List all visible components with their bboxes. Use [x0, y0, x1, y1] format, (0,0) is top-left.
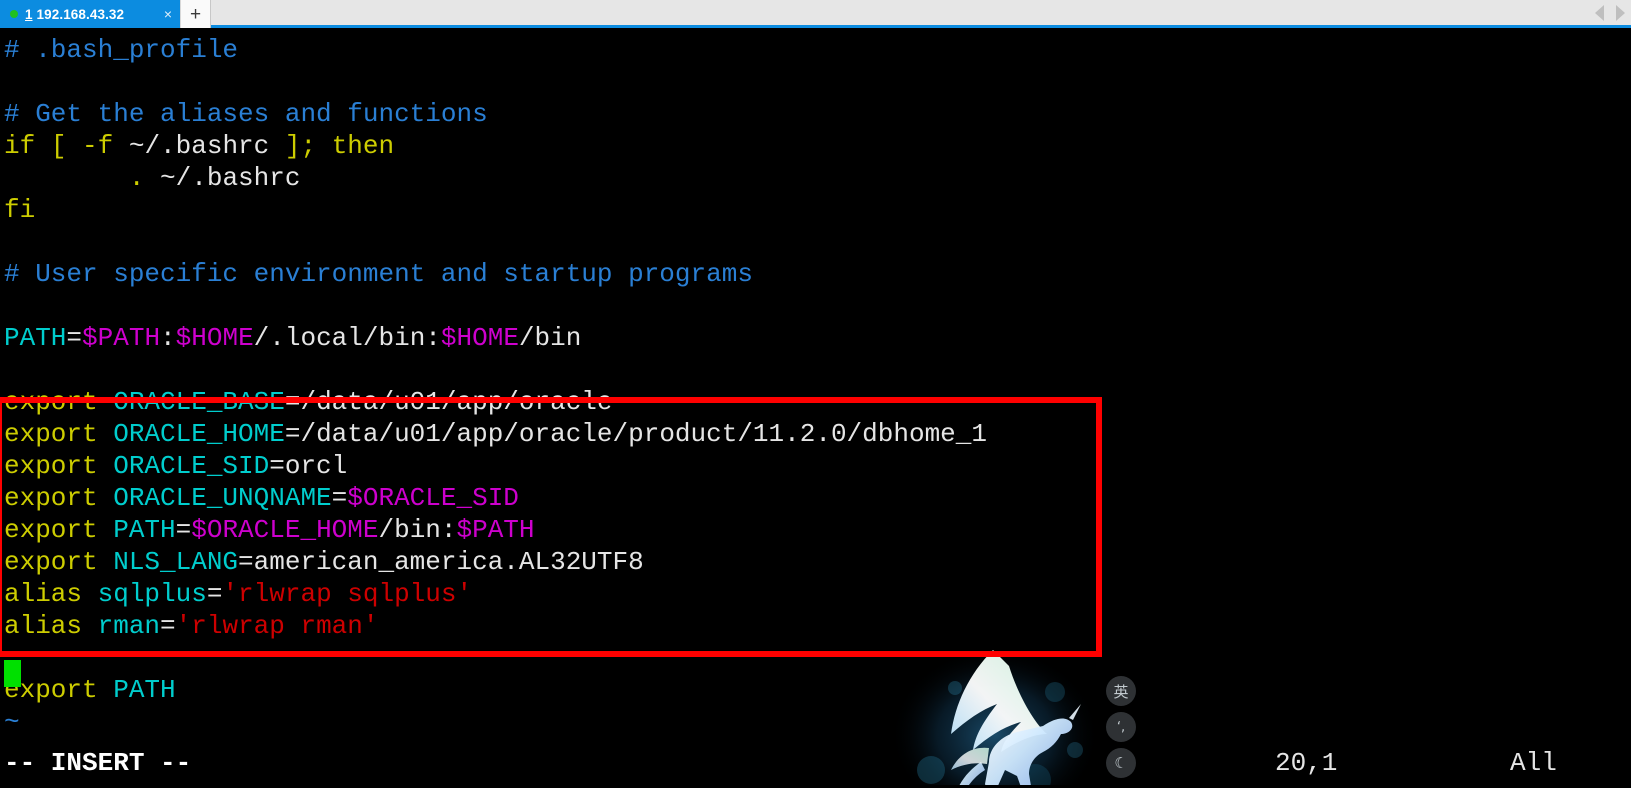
- code-token: $HOME: [175, 323, 254, 353]
- editor-line: alias rman='rlwrap rman': [4, 610, 1631, 642]
- code-token: ~/.bashrc: [128, 131, 285, 161]
- code-token: ORACLE_SID: [113, 451, 270, 481]
- code-token: export: [4, 451, 114, 481]
- chevron-right-icon[interactable]: [1616, 4, 1625, 21]
- code-token: [: [50, 131, 83, 161]
- code-token: export: [4, 515, 114, 545]
- editor-line: # Get the aliases and functions: [4, 98, 1631, 130]
- code-token: export: [4, 419, 114, 449]
- code-token: fi: [4, 195, 36, 225]
- code-token: export: [4, 483, 114, 513]
- tab-scroll-controls: [1595, 0, 1631, 25]
- code-token: =/data/u01/app/oracle: [284, 387, 613, 417]
- code-token: ];: [284, 131, 332, 161]
- tab-bar-spacer: [211, 0, 1595, 25]
- code-token: then: [331, 131, 395, 161]
- ime-punctuation-button[interactable]: ‘,: [1106, 712, 1136, 742]
- code-token: ORACLE_UNQNAME: [113, 483, 332, 513]
- code-token: ORACLE_BASE: [113, 387, 285, 417]
- code-token: ~: [4, 707, 20, 737]
- tab-title-label: 192.168.43.32: [36, 6, 125, 22]
- code-token: PATH: [113, 675, 176, 705]
- code-token: $ORACLE_SID: [347, 483, 519, 513]
- vim-mode-indicator: -- INSERT --: [4, 748, 192, 778]
- editor-line: export ORACLE_HOME=/data/u01/app/oracle/…: [4, 418, 1631, 450]
- code-token: alias: [4, 611, 98, 641]
- new-tab-button[interactable]: +: [180, 0, 211, 28]
- code-token: # User specific environment and startup …: [4, 259, 753, 289]
- code-token: 'rlwrap rman': [175, 611, 379, 641]
- text-cursor: [4, 660, 21, 687]
- code-token: /bin: [518, 323, 582, 353]
- code-token: ORACLE_HOME: [113, 419, 285, 449]
- code-token: $ORACLE_HOME: [191, 515, 379, 545]
- ime-language-button[interactable]: 英: [1106, 676, 1136, 706]
- editor-line: alias sqlplus='rlwrap sqlplus': [4, 578, 1631, 610]
- code-token: PATH: [4, 323, 67, 353]
- ime-widget: 英 ‘, ☾: [1106, 676, 1136, 778]
- vim-status-line: -- INSERT -- 20,1 All: [0, 747, 1631, 779]
- editor-line: . ~/.bashrc: [4, 162, 1631, 194]
- editor-line: # User specific environment and startup …: [4, 258, 1631, 290]
- code-token: :: [160, 323, 176, 353]
- code-token: NLS_LANG: [113, 547, 239, 577]
- code-token: rman: [97, 611, 161, 641]
- editor-line: # .bash_profile: [4, 34, 1631, 66]
- code-token: $PATH: [456, 515, 535, 545]
- code-token: =american_america.AL32UTF8: [238, 547, 644, 577]
- code-token: 'rlwrap sqlplus': [222, 579, 473, 609]
- editor-line: export ORACLE_BASE=/data/u01/app/oracle: [4, 386, 1631, 418]
- editor-line: ~: [4, 706, 1631, 738]
- code-token: =: [331, 483, 348, 513]
- chevron-left-icon[interactable]: [1595, 4, 1604, 21]
- close-icon[interactable]: ×: [146, 7, 172, 21]
- code-token: /.local/bin:: [253, 323, 441, 353]
- scroll-percent-indicator: All: [1510, 748, 1557, 778]
- code-token: alias: [4, 579, 98, 609]
- editor-buffer[interactable]: # .bash_profile # Get the aliases and fu…: [0, 28, 1631, 738]
- tab-bar: 1 192.168.43.32 × +: [0, 0, 1631, 28]
- code-token: =orcl: [269, 451, 348, 481]
- code-token: =: [206, 579, 223, 609]
- code-token: $HOME: [440, 323, 519, 353]
- ime-theme-button[interactable]: ☾: [1106, 748, 1136, 778]
- code-token: export: [4, 547, 114, 577]
- editor-line: export PATH=$ORACLE_HOME/bin:$PATH: [4, 514, 1631, 546]
- code-token: sqlplus: [97, 579, 207, 609]
- editor-line: export ORACLE_UNQNAME=$ORACLE_SID: [4, 482, 1631, 514]
- code-token: =: [175, 515, 192, 545]
- editor-line: export ORACLE_SID=orcl: [4, 450, 1631, 482]
- terminal-screen[interactable]: 英 ‘, ☾ # .bash_profile # Get the aliases…: [0, 28, 1631, 785]
- editor-line: export PATH: [4, 674, 1631, 706]
- code-token: /bin:: [378, 515, 457, 545]
- editor-line: PATH=$PATH:$HOME/.local/bin:$HOME/bin: [4, 322, 1631, 354]
- code-token: -f: [82, 131, 129, 161]
- editor-line: if [ -f ~/.bashrc ]; then: [4, 130, 1631, 162]
- code-token: if: [4, 131, 51, 161]
- code-token: =/data/u01/app/oracle/product/11.2.0/dbh…: [284, 419, 987, 449]
- code-token: # Get the aliases and functions: [4, 99, 488, 129]
- code-token: =: [160, 611, 176, 641]
- code-token: # .bash_profile: [4, 35, 239, 65]
- editor-line: export NLS_LANG=american_america.AL32UTF…: [4, 546, 1631, 578]
- code-token: ~/.bashrc: [144, 163, 301, 193]
- connection-status-dot-icon: [10, 10, 18, 18]
- code-token: PATH: [113, 515, 176, 545]
- code-token: $PATH: [82, 323, 161, 353]
- terminal-tab[interactable]: 1 192.168.43.32 ×: [0, 0, 180, 28]
- code-token: =: [66, 323, 83, 353]
- code-token: export: [4, 387, 114, 417]
- code-token: .: [128, 163, 145, 193]
- tab-index-label: 1: [25, 6, 33, 22]
- cursor-position-indicator: 20,1: [1275, 748, 1338, 778]
- editor-line: fi: [4, 194, 1631, 226]
